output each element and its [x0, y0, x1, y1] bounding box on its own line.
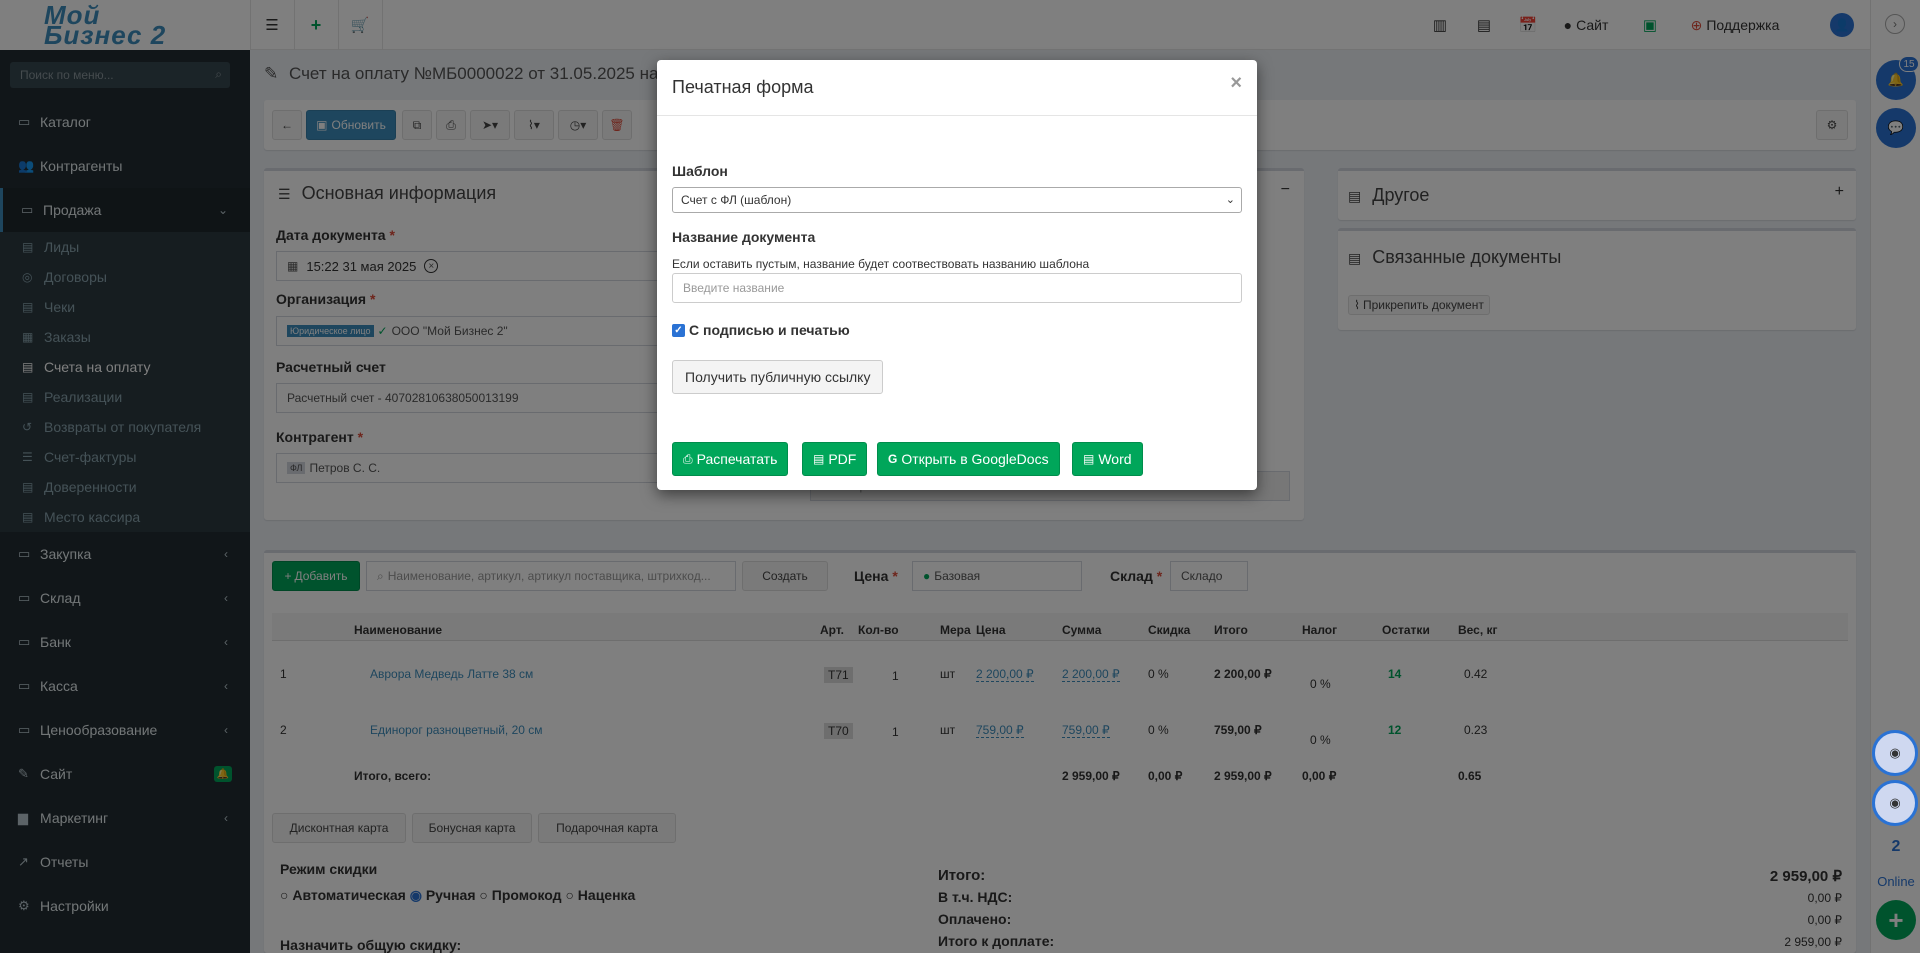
file-pdf-icon: ▤ [813, 452, 825, 466]
public-link-button[interactable]: Получить публичную ссылку [672, 360, 884, 394]
operator-avatar-icon[interactable]: ◉ [1872, 780, 1918, 826]
file-word-icon: ▤ [1083, 452, 1095, 466]
operator-avatar-icon[interactable]: ◉ [1872, 730, 1918, 776]
template-select[interactable]: Счет с ФЛ (шаблон) ⌄ [672, 187, 1242, 213]
sign-checkbox[interactable]: ✓ С подписью и печатью [672, 322, 850, 338]
docname-label: Название документа [672, 229, 816, 245]
check-icon[interactable]: ✓ [672, 323, 685, 337]
word-button[interactable]: ▤ Word [1072, 442, 1143, 476]
pdf-button[interactable]: ▤ PDF [802, 442, 868, 476]
chevron-down-icon: ⌄ [1225, 194, 1235, 206]
close-icon[interactable]: × [1230, 72, 1242, 95]
modal-title: Печатная форма [672, 77, 814, 97]
template-label: Шаблон [672, 163, 728, 179]
print-form-modal: Печатная форма × Шаблон Счет с ФЛ (шабло… [657, 60, 1257, 490]
docname-input[interactable]: Введите название [672, 273, 1242, 303]
print-button[interactable]: ⎙ Распечатать [672, 442, 789, 476]
modal-header: Печатная форма × [657, 60, 1257, 116]
print-icon: ⎙ [683, 451, 693, 466]
googledocs-button[interactable]: G Открыть в GoogleDocs [877, 442, 1060, 476]
docname-help: Если оставить пустым, название будет соо… [672, 257, 1090, 271]
google-icon: G [888, 452, 898, 466]
